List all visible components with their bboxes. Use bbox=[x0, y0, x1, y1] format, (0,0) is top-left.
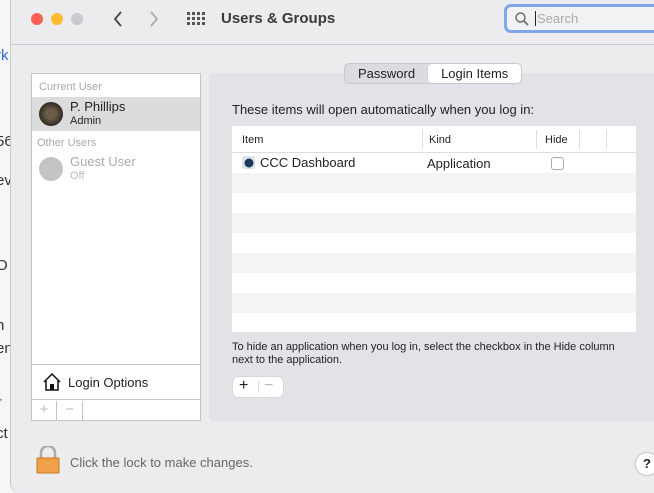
grid-icon[interactable] bbox=[187, 12, 205, 26]
tab-bar: Password Login Items bbox=[344, 63, 523, 84]
column-item[interactable]: Item bbox=[242, 134, 263, 146]
other-users-label: Other Users bbox=[37, 137, 97, 149]
hint-text: To hide an application when you log in, … bbox=[232, 341, 615, 366]
users-groups-window: Users & Groups Search Current User P. Ph… bbox=[10, 0, 654, 493]
chevron-left-icon[interactable] bbox=[113, 11, 123, 27]
chevron-right-icon[interactable] bbox=[149, 11, 159, 27]
search-placeholder: Search bbox=[535, 11, 579, 26]
add-user-button[interactable]: + bbox=[32, 401, 57, 420]
add-item-button[interactable]: + bbox=[239, 377, 248, 395]
help-button[interactable]: ? bbox=[636, 453, 654, 475]
avatar bbox=[39, 157, 63, 181]
title-bar: Users & Groups Search bbox=[11, 0, 654, 45]
empty-rows bbox=[232, 173, 636, 332]
item-kind: Application bbox=[427, 156, 491, 171]
item-name: CCC Dashboard bbox=[260, 155, 356, 170]
user-p-phillips[interactable]: P. Phillips Admin bbox=[32, 97, 200, 131]
login-options-button[interactable]: Login Options bbox=[32, 364, 200, 400]
close-button[interactable] bbox=[31, 13, 43, 25]
item-buttons: + − bbox=[233, 377, 283, 397]
minimize-button[interactable] bbox=[51, 13, 63, 25]
bg-text: ", bbox=[0, 392, 2, 403]
users-list: Current User P. Phillips Admin Other Use… bbox=[31, 73, 201, 421]
column-kind[interactable]: Kind bbox=[429, 134, 451, 146]
bg-text: rk bbox=[0, 47, 9, 64]
search-input[interactable]: Search bbox=[504, 4, 654, 33]
house-icon bbox=[43, 372, 61, 391]
ccc-app-icon bbox=[242, 156, 255, 169]
hide-checkbox[interactable] bbox=[551, 157, 564, 170]
zoom-button[interactable] bbox=[71, 13, 83, 25]
remove-user-button[interactable]: − bbox=[57, 401, 83, 420]
bg-text: n bbox=[0, 317, 5, 334]
bg-text: ct bbox=[0, 425, 8, 442]
tab-password[interactable]: Password bbox=[345, 64, 428, 83]
user-name: P. Phillips bbox=[70, 99, 126, 114]
column-hide[interactable]: Hide bbox=[545, 134, 568, 146]
user-role: Admin bbox=[70, 115, 102, 127]
tab-login-items[interactable]: Login Items bbox=[428, 64, 522, 83]
user-name: Guest User bbox=[70, 154, 136, 169]
lock-icon bbox=[36, 444, 60, 474]
user-guest[interactable]: Guest User Off bbox=[32, 152, 200, 186]
user-status: Off bbox=[70, 170, 85, 182]
table-header: Item Kind Hide bbox=[232, 126, 636, 153]
current-user-label: Current User bbox=[39, 81, 102, 93]
table-row[interactable]: CCC Dashboard Application bbox=[232, 153, 636, 173]
search-icon bbox=[515, 12, 529, 26]
avatar bbox=[39, 102, 63, 126]
login-items-table: Item Kind Hide CCC Dashboard Application bbox=[232, 126, 636, 332]
bg-text: O bbox=[0, 257, 8, 274]
intro-text: These items will open automatically when… bbox=[232, 102, 535, 117]
remove-item-button[interactable]: − bbox=[264, 377, 273, 395]
lock-button[interactable] bbox=[36, 444, 60, 474]
window-title: Users & Groups bbox=[221, 10, 336, 27]
lock-text: Click the lock to make changes. bbox=[70, 455, 253, 470]
login-options-label: Login Options bbox=[68, 375, 149, 390]
